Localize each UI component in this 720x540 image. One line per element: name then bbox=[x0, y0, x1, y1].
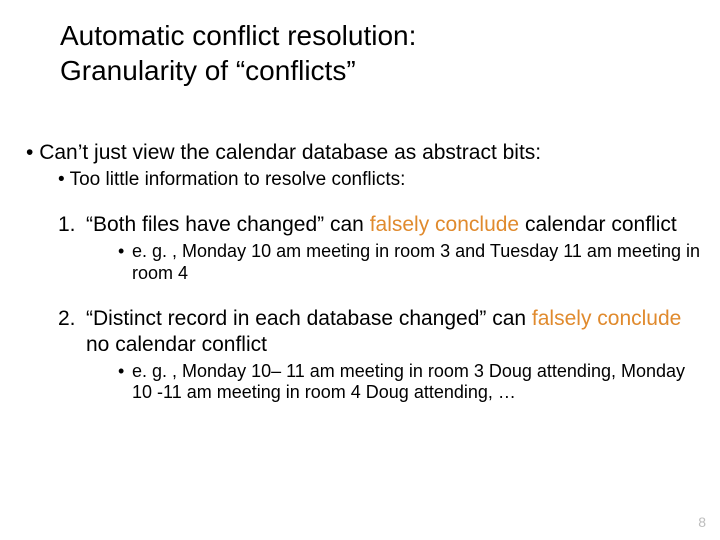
item-1-suffix: calendar conflict bbox=[519, 213, 677, 236]
item-2-suffix: no calendar conflict bbox=[86, 333, 267, 356]
item-2-example: • e. g. , Monday 10– 11 am meeting in ro… bbox=[118, 361, 702, 404]
bullet-1a: • Too little information to resolve conf… bbox=[58, 169, 702, 192]
item-1-highlight: falsely conclude bbox=[370, 213, 519, 236]
item-2-prefix: “Distinct record in each database change… bbox=[86, 307, 532, 330]
item-1: 1. “Both files have changed” can falsely… bbox=[58, 212, 702, 237]
bullet-1-text: Can’t just view the calendar database as… bbox=[39, 141, 541, 164]
item-1-example: • e. g. , Monday 10 am meeting in room 3… bbox=[118, 241, 702, 284]
bullet-icon: • bbox=[118, 361, 132, 404]
bullet-icon: • bbox=[118, 241, 132, 284]
page-number: 8 bbox=[698, 514, 706, 530]
slide-body: • Can’t just view the calendar database … bbox=[26, 140, 702, 426]
item-2-text: “Distinct record in each database change… bbox=[86, 306, 702, 356]
item-1-example-text: e. g. , Monday 10 am meeting in room 3 a… bbox=[132, 241, 702, 284]
bullet-1: • Can’t just view the calendar database … bbox=[26, 140, 702, 165]
item-1-prefix: “Both files have changed” can bbox=[86, 213, 370, 236]
title-line-1: Automatic conflict resolution: bbox=[60, 18, 416, 53]
item-1-text: “Both files have changed” can falsely co… bbox=[86, 212, 702, 237]
item-2: 2. “Distinct record in each database cha… bbox=[58, 306, 702, 356]
item-2-number: 2. bbox=[58, 306, 86, 356]
item-1-number: 1. bbox=[58, 212, 86, 237]
item-2-highlight: falsely conclude bbox=[532, 307, 681, 330]
title-line-2: Granularity of “conflicts” bbox=[60, 53, 416, 88]
item-2-example-text: e. g. , Monday 10– 11 am meeting in room… bbox=[132, 361, 702, 404]
numbered-list: 1. “Both files have changed” can falsely… bbox=[58, 212, 702, 404]
bullet-1a-text: Too little information to resolve confli… bbox=[70, 169, 406, 190]
slide-title: Automatic conflict resolution: Granulari… bbox=[60, 18, 416, 88]
